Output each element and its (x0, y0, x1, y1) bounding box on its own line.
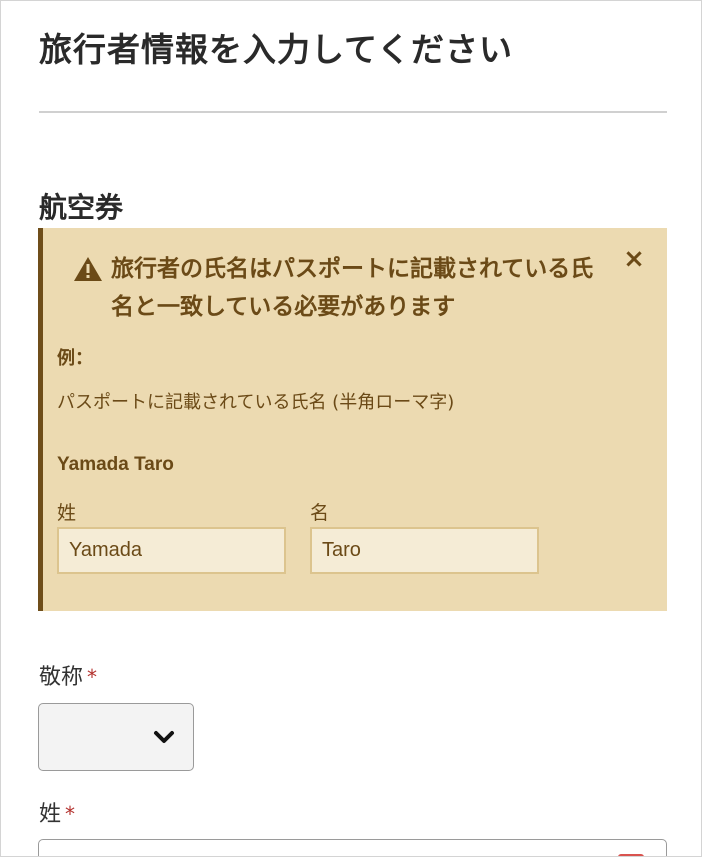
example-surname-field: Yamada (57, 527, 286, 574)
title-select[interactable] (38, 703, 194, 771)
title-field-label: 敬称 * (39, 659, 97, 691)
surname-input[interactable] (38, 839, 667, 856)
example-surname-label: 姓 (57, 502, 77, 524)
example-description: パスポートに記載されている氏名 (半角ローマ字) (57, 392, 455, 413)
page-title: 旅行者情報を入力してください (39, 30, 514, 69)
required-mark: * (65, 802, 76, 826)
required-mark: * (87, 665, 98, 689)
page-frame: 旅行者情報を入力してください 航空券 旅行者の氏名はパスポートに記載されている氏… (0, 0, 702, 857)
title-field-label-text: 敬称 (39, 665, 84, 690)
surname-field-label-text: 姓 (39, 802, 62, 827)
chevron-down-icon (153, 726, 175, 748)
example-given-name-field: Taro (310, 527, 539, 574)
example-given-name-label: 名 (310, 502, 330, 524)
surname-field-label: 姓 * (39, 796, 75, 828)
close-icon[interactable]: × (619, 244, 649, 274)
example-label: 例： (57, 348, 93, 369)
notice-heading: 旅行者の氏名はパスポートに記載されている氏名と一致している必要があります (111, 256, 594, 320)
example-name: Yamada Taro (57, 454, 174, 475)
passport-name-notice: 旅行者の氏名はパスポートに記載されている氏名と一致している必要があります × 例… (38, 228, 667, 611)
warning-icon (73, 256, 103, 282)
title-divider (39, 111, 667, 113)
section-title: 航空券 (39, 191, 124, 224)
